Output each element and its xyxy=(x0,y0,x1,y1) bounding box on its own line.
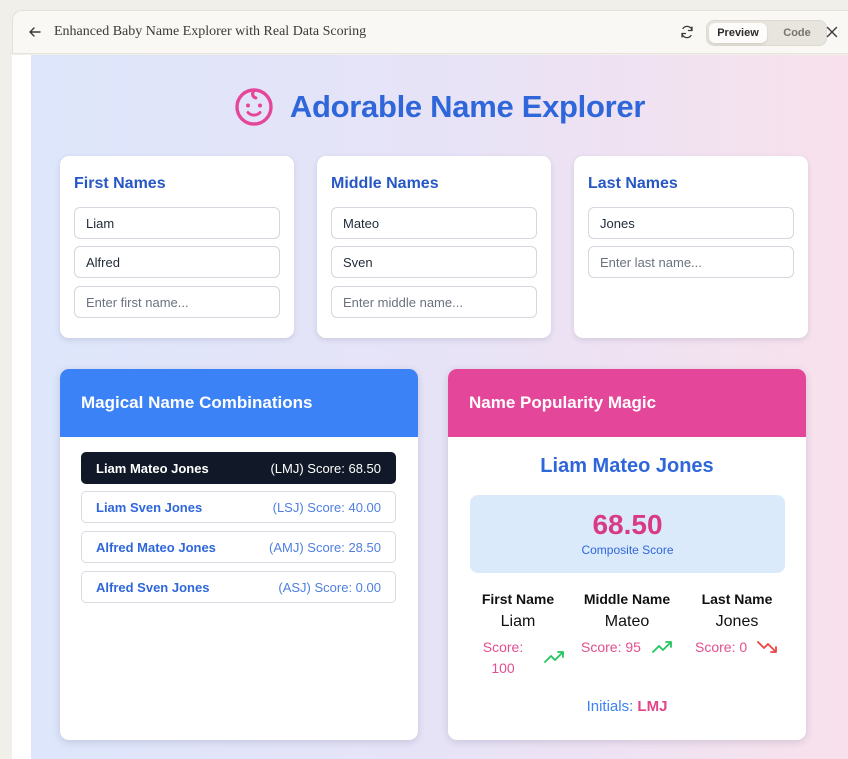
combination-score: (LSJ) Score: 40.00 xyxy=(272,499,381,515)
combinations-panel: Magical Name Combinations Liam Mateo Jon… xyxy=(60,369,418,740)
stat-heading: First Name xyxy=(481,591,555,607)
combination-item[interactable]: Alfred Sven Jones (ASJ) Score: 0.00 xyxy=(81,571,396,603)
trend-up-icon xyxy=(544,651,564,663)
app-header: Adorable Name Explorer xyxy=(31,85,848,129)
stat-score: Score: 100 xyxy=(478,637,528,679)
stat-heading: Middle Name xyxy=(583,591,671,607)
initials-line: Initials: LMJ xyxy=(448,698,806,715)
combination-name: Liam Mateo Jones xyxy=(96,460,209,476)
stat-heading: Last Name xyxy=(701,591,773,607)
preview-code-toggle: Preview Code xyxy=(706,20,827,46)
middle-name-stats: Middle Name Mateo xyxy=(572,591,682,631)
back-arrow-icon[interactable] xyxy=(27,24,43,40)
close-icon[interactable] xyxy=(825,25,839,39)
trend-down-icon xyxy=(757,641,777,653)
middle-name-new-input[interactable] xyxy=(331,286,537,318)
middle-names-card: Middle Names xyxy=(317,156,551,338)
stat-score: Score: 95 xyxy=(581,637,641,658)
combination-score: (LMJ) Score: 68.50 xyxy=(270,460,381,476)
last-name-stats: Last Name Jones xyxy=(682,591,792,631)
last-name-new-input[interactable] xyxy=(588,246,794,278)
page-title: Adorable Name Explorer xyxy=(289,89,646,124)
code-tab[interactable]: Code xyxy=(769,23,825,43)
stat-score-label: Score: 95 xyxy=(581,639,641,655)
middle-names-title: Middle Names xyxy=(331,175,439,192)
stat-name: Liam xyxy=(500,613,536,630)
last-names-card: Last Names xyxy=(574,156,808,338)
first-name-input-1[interactable] xyxy=(74,207,280,239)
stat-score: Score: 0 xyxy=(695,637,747,658)
popularity-panel: Name Popularity Magic Liam Mateo Jones 6… xyxy=(448,369,806,740)
first-name-input-2[interactable] xyxy=(74,246,280,278)
first-name-stats: First Name Liam xyxy=(463,591,573,631)
initials-label: Initials: xyxy=(586,698,634,715)
window-title: Enhanced Baby Name Explorer with Real Da… xyxy=(54,24,367,39)
last-names-title: Last Names xyxy=(588,175,678,192)
composite-score-value: 68.50 xyxy=(592,509,663,540)
middle-name-input-1[interactable] xyxy=(331,207,537,239)
composite-score-box: 68.50 Composite Score xyxy=(470,495,785,573)
combination-name: Alfred Sven Jones xyxy=(96,579,210,595)
initials-value: LMJ xyxy=(637,698,668,715)
first-names-card: First Names xyxy=(60,156,294,338)
combination-score: (AMJ) Score: 28.50 xyxy=(269,539,381,555)
last-name-input-1[interactable] xyxy=(588,207,794,239)
composite-score-label: Composite Score xyxy=(581,543,674,557)
combination-name: Alfred Mateo Jones xyxy=(96,539,216,555)
refresh-icon[interactable] xyxy=(679,24,695,40)
stat-score-label: Score: xyxy=(482,639,524,655)
app-root: Adorable Name Explorer First Names Middl… xyxy=(31,55,848,759)
window-titlebar: Enhanced Baby Name Explorer with Real Da… xyxy=(12,10,848,54)
first-names-title: First Names xyxy=(74,175,166,192)
stat-score-label: Score: 0 xyxy=(695,639,748,655)
stat-name: Mateo xyxy=(604,613,650,630)
combination-name: Liam Sven Jones xyxy=(96,499,203,515)
baby-face-icon xyxy=(235,88,273,126)
combination-item[interactable]: Liam Sven Jones (LSJ) Score: 40.00 xyxy=(81,491,396,523)
combination-item[interactable]: Liam Mateo Jones (LMJ) Score: 68.50 xyxy=(81,452,396,484)
first-name-new-input[interactable] xyxy=(74,286,280,318)
preview-tab[interactable]: Preview xyxy=(709,23,767,43)
combinations-header: Magical Name Combinations xyxy=(60,369,418,437)
stat-name: Jones xyxy=(715,613,759,630)
combination-item[interactable]: Alfred Mateo Jones (AMJ) Score: 28.50 xyxy=(81,531,396,563)
stat-score-value: 100 xyxy=(491,660,515,676)
popularity-header: Name Popularity Magic xyxy=(448,369,806,437)
preview-viewport: Adorable Name Explorer First Names Middl… xyxy=(12,55,848,759)
combination-score: (ASJ) Score: 0.00 xyxy=(278,579,381,595)
middle-name-input-2[interactable] xyxy=(331,246,537,278)
trend-up-icon xyxy=(652,641,672,653)
selected-name: Liam Mateo Jones xyxy=(540,455,714,477)
